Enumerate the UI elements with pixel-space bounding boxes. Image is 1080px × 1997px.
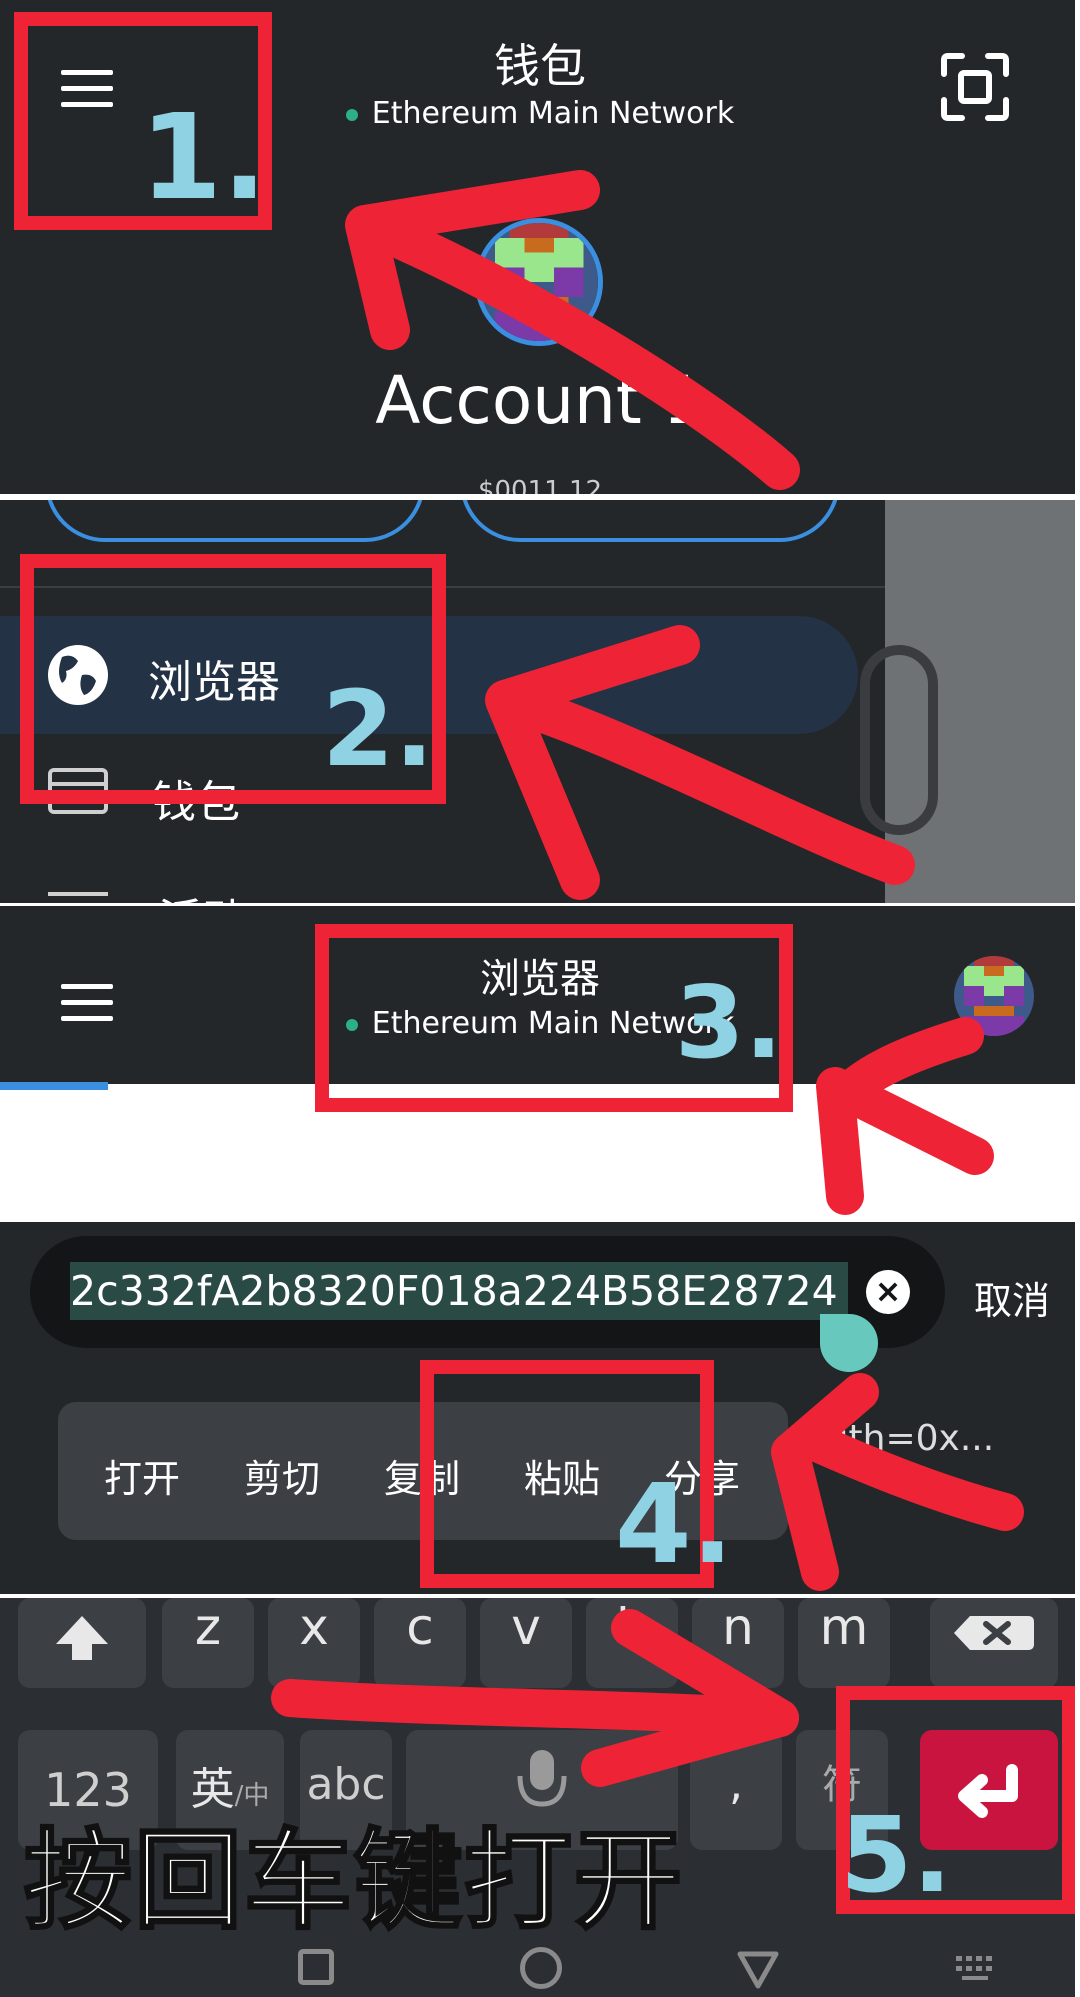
- browser-header-panel: 浏览器 Ethereum Main Network 3.: [0, 906, 1075, 1218]
- menu-drawer-panel: 浏览器 钱包 活动 2.: [0, 500, 1075, 903]
- step-4-label: 4.: [615, 1460, 734, 1588]
- url-bar-panel: 2c332fA2b8320F018a224B58E28724 × 取消 ?wit…: [0, 1222, 1075, 1594]
- step-3-label: 3.: [675, 964, 783, 1081]
- keyboard-panel: z x c v b n m 123 英/中 abc , 符 5. 按回车键打开: [0, 1598, 1075, 1997]
- step-5-label: 5.: [840, 1794, 952, 1916]
- wallet-header-panel: 钱包 Ethereum Main Network Account 1 $0011…: [0, 0, 1075, 494]
- keyboard-hide-icon[interactable]: [954, 1954, 998, 1982]
- step-2-label: 2.: [322, 668, 434, 790]
- nav-home-icon[interactable]: [520, 1947, 562, 1989]
- nav-back-icon[interactable]: [736, 1950, 780, 1990]
- instruction-caption: 按回车键打开: [22, 1818, 685, 1946]
- step-1-label: 1.: [140, 88, 267, 226]
- nav-recents-icon[interactable]: [298, 1949, 334, 1985]
